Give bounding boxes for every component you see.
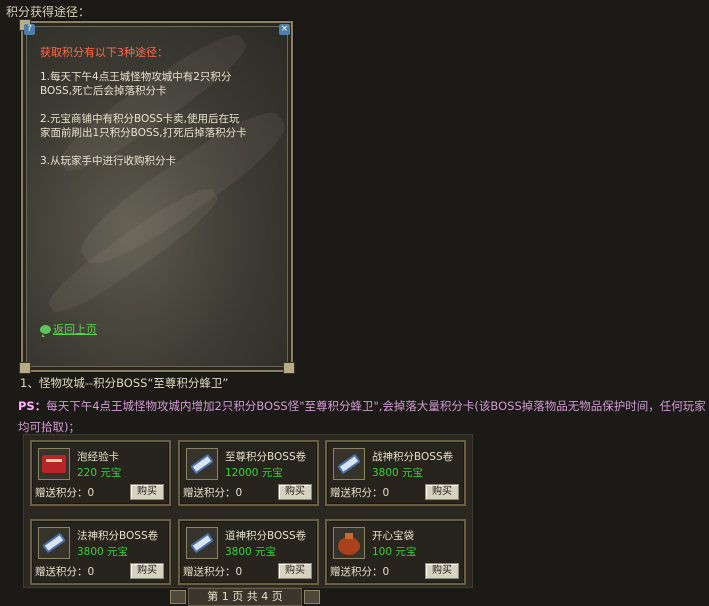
buy-button[interactable]: 购买 xyxy=(425,484,459,500)
card-icon xyxy=(38,448,70,480)
help-icon[interactable]: ? xyxy=(24,24,35,35)
section-line: 1、怪物攻城--积分BOSS“至尊积分蜂卫” xyxy=(20,376,229,390)
dialog-line: 1.每天下午4点王城怪物攻城中有2只积分 xyxy=(40,71,232,83)
frame-corner xyxy=(283,362,295,374)
ps-text: 每天下午4点王城怪物攻城内增加2只积分BOSS怪"至尊积分蜂卫",会掉落大量积分… xyxy=(18,399,706,434)
bag-icon xyxy=(333,527,365,559)
item-price: 220 元宝 xyxy=(77,467,122,479)
prev-page-icon[interactable] xyxy=(170,590,186,604)
item-name: 开心宝袋 xyxy=(372,530,414,542)
dialog-line: BOSS,死亡后会掉落积分卡 xyxy=(40,85,167,97)
item-gift-points: 赠送积分：0 xyxy=(183,566,243,578)
shop-item-card: 至尊积分BOSS卷 12000 元宝赠送积分：0 购买 xyxy=(178,440,319,506)
next-page-icon[interactable] xyxy=(304,590,320,604)
item-price: 100 元宝 xyxy=(372,546,417,558)
item-name: 至尊积分BOSS卷 xyxy=(225,451,307,463)
item-price: 12000 元宝 xyxy=(225,467,283,479)
buy-button[interactable]: 购买 xyxy=(278,563,312,579)
scroll-icon xyxy=(186,448,218,480)
scroll-icon xyxy=(186,527,218,559)
dialog-line: 2.元宝商铺中有积分BOSS卡卖,使用后在玩 xyxy=(40,113,240,125)
item-name: 泡经验卡 xyxy=(77,451,119,463)
shop-item-card: 道神积分BOSS卷 3800 元宝赠送积分：0 购买 xyxy=(178,519,319,585)
buy-button[interactable]: 购买 xyxy=(425,563,459,579)
buy-button[interactable]: 购买 xyxy=(130,484,164,500)
dialog-line: 3.从玩家手中进行收购积分卡 xyxy=(40,155,177,167)
pager: 第 1 页 共 4 页 xyxy=(188,588,302,606)
dialog-title: 获取积分有以下3种途径： xyxy=(40,46,168,59)
back-link[interactable]: 返回上页 xyxy=(40,321,97,337)
scroll-icon xyxy=(38,527,70,559)
close-icon[interactable]: × xyxy=(279,24,290,35)
item-name: 战神积分BOSS卷 xyxy=(372,451,454,463)
item-price: 3800 元宝 xyxy=(225,546,277,558)
section-heading: 积分获得途径： xyxy=(6,5,91,19)
item-name: 道神积分BOSS卷 xyxy=(225,530,307,542)
item-name: 法神积分BOSS卷 xyxy=(77,530,159,542)
ps-label: PS： xyxy=(18,399,47,413)
ps-note: PS：每天下午4点王城怪物攻城内增加2只积分BOSS怪"至尊积分蜂卫",会掉落大… xyxy=(18,396,708,438)
item-gift-points: 赠送积分：0 xyxy=(183,487,243,499)
buy-button[interactable]: 购买 xyxy=(278,484,312,500)
item-price: 3800 元宝 xyxy=(372,467,424,479)
chat-bubble-icon xyxy=(40,325,51,337)
item-gift-points: 赠送积分：0 xyxy=(35,566,95,578)
buy-button[interactable]: 购买 xyxy=(130,563,164,579)
game-dialog-panel: ? × 获取积分有以下3种途径： 1.每天下午4点王城怪物攻城中有2只积分 BO… xyxy=(19,19,296,374)
shop-item-card: 泡经验卡 220 元宝赠送积分：0 购买 xyxy=(30,440,171,506)
shop-item-card: 战神积分BOSS卷 3800 元宝赠送积分：0 购买 xyxy=(325,440,466,506)
frame-corner xyxy=(19,362,31,374)
shop-item-card: 法神积分BOSS卷 3800 元宝赠送积分：0 购买 xyxy=(30,519,171,585)
shop-item-card: 开心宝袋 100 元宝赠送积分：0 购买 xyxy=(325,519,466,585)
dialog-line: 家面前刷出1只积分BOSS,打死后掉落积分卡 xyxy=(40,127,247,139)
item-gift-points: 赠送积分：0 xyxy=(330,487,390,499)
scroll-icon xyxy=(333,448,365,480)
item-price: 3800 元宝 xyxy=(77,546,129,558)
item-gift-points: 赠送积分：0 xyxy=(35,487,95,499)
back-link-label: 返回上页 xyxy=(53,323,97,336)
item-gift-points: 赠送积分：0 xyxy=(330,566,390,578)
